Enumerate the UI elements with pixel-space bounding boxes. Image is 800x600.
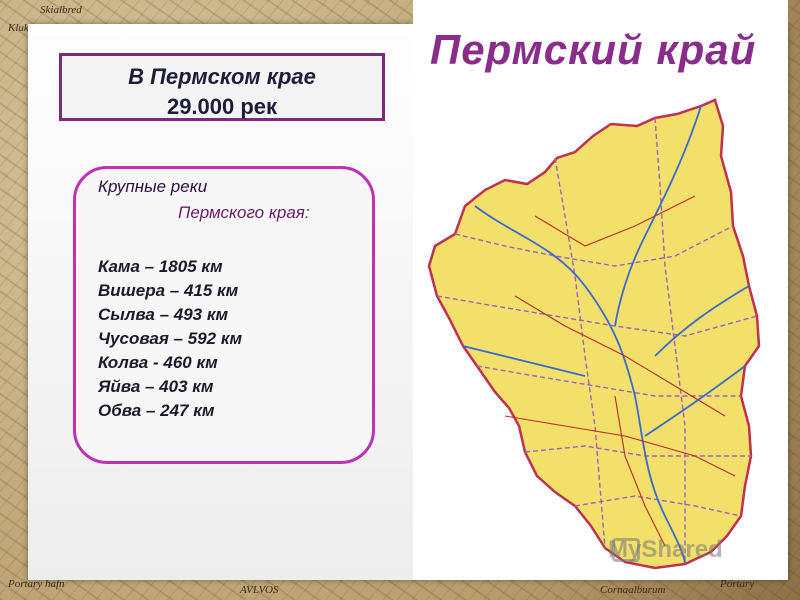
river-item: Обва – 247 км [98,401,215,420]
info-line-river-count: 29.000 рек [166,94,278,119]
watermark: MyShared [608,536,723,563]
rivers-heading: Крупные реки [98,177,208,196]
info-box: В Пермском крае 29.000 рек [59,53,385,121]
river-item: Яйва – 403 км [98,377,214,396]
frame-label: Cornaalburum [600,584,666,596]
river-item: Чусовая – 592 км [98,329,243,348]
frame-label: AVLVOS [240,584,279,596]
river-item: Колва - 460 км [98,353,218,372]
perm-region-map [427,98,761,570]
major-rivers-box: Крупные реки Пермского края: Кама – 1805… [73,166,375,464]
map-title: Пермский край [430,26,757,73]
rivers-subheading: Пермского края: [178,203,310,222]
river-item: Вишера – 415 км [98,281,239,300]
region-outline [427,98,761,570]
frame-label: Skialbred [40,4,82,16]
river-item: Кама – 1805 км [98,257,223,276]
rivers-list: Кама – 1805 км Вишера – 415 км Сылва – 4… [98,255,242,423]
info-line-region: В Пермском крае [128,64,316,89]
river-item: Сылва – 493 км [98,305,229,324]
